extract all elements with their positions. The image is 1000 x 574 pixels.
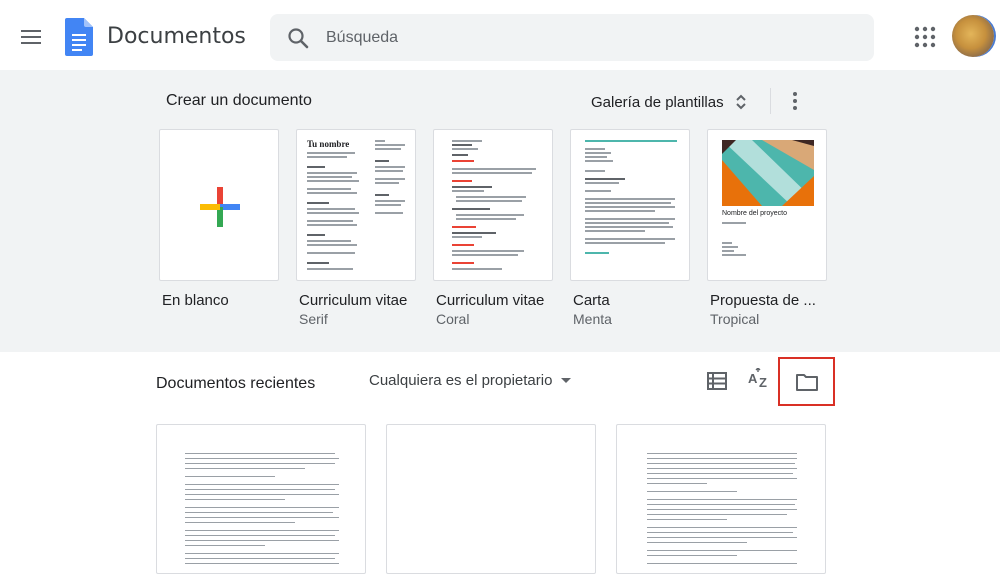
template-name: Carta [573, 292, 610, 309]
template-name: Curriculum vitae [436, 292, 545, 309]
template-gallery-section: Crear un documento Galería de plantillas… [0, 70, 1000, 352]
template-cv-serif-thumbnail[interactable]: Tu nombre [296, 129, 416, 281]
more-vert-icon [793, 92, 797, 110]
template-cv-coral-thumbnail[interactable] [433, 129, 553, 281]
search-icon[interactable] [286, 26, 310, 50]
template-name: Propuesta de ... [710, 292, 816, 309]
recent-document-card[interactable] [156, 424, 366, 574]
template-subtitle: Menta [573, 311, 612, 327]
template-subtitle: Tropical [710, 311, 760, 327]
template-cv-serif[interactable]: Tu nombre Curriculum vitae Serif [296, 129, 416, 327]
sort-arrows-icon [735, 94, 746, 110]
svg-text:A: A [748, 371, 758, 386]
templates-heading: Crear un documento [166, 92, 312, 109]
template-name: En blanco [162, 292, 229, 309]
template-letter-mint-thumbnail[interactable] [570, 129, 690, 281]
search-input[interactable] [326, 14, 856, 61]
template-letter-mint[interactable]: Carta Menta [570, 129, 690, 327]
sort-az-icon: A Z [748, 368, 767, 390]
template-gallery-label: Galería de plantillas [591, 93, 724, 111]
main-menu-button[interactable] [14, 20, 48, 54]
recent-document-card[interactable] [616, 424, 826, 574]
open-file-picker-button[interactable] [778, 357, 835, 406]
template-subtitle: Coral [436, 311, 470, 327]
template-proposal-tropical[interactable]: Nombre del proyecto Propuesta de ... Tro… [707, 129, 827, 327]
dropdown-arrow-icon [561, 377, 572, 383]
svg-text:Z: Z [759, 375, 767, 390]
template-more-button[interactable] [783, 88, 807, 114]
template-blank[interactable]: En blanco [159, 129, 279, 309]
plus-icon [200, 187, 240, 227]
owner-filter-label: Cualquiera es el propietario [369, 372, 553, 389]
list-view-button[interactable] [704, 368, 730, 394]
template-subtitle: Serif [299, 311, 328, 327]
top-bar: Documentos [0, 0, 1000, 70]
template-name: Curriculum vitae [299, 292, 408, 309]
list-view-icon [707, 372, 727, 390]
tropical-banner-graphic [722, 140, 814, 206]
template-gallery-button[interactable]: Galería de plantillas [588, 88, 748, 116]
recent-document-card[interactable] [386, 424, 596, 574]
template-blank-thumbnail[interactable] [159, 129, 279, 281]
menu-icon [21, 30, 41, 44]
thumbnail-heading: Nombre del proyecto [722, 210, 787, 217]
sort-button[interactable]: A Z [746, 367, 772, 393]
folder-icon [795, 373, 818, 391]
app-title[interactable]: Documentos [107, 24, 246, 49]
recent-docs-heading: Documentos recientes [156, 375, 316, 392]
owner-filter-dropdown[interactable]: Cualquiera es el propietario [369, 372, 572, 389]
docs-logo-icon[interactable] [65, 18, 93, 56]
template-proposal-tropical-thumbnail[interactable]: Nombre del proyecto [707, 129, 827, 281]
divider [770, 88, 771, 114]
search-bar[interactable] [270, 14, 874, 61]
apps-grid-icon[interactable] [912, 24, 938, 50]
account-avatar[interactable] [952, 15, 994, 57]
thumbnail-heading: Tu nombre [307, 139, 350, 149]
template-cv-coral[interactable]: Curriculum vitae Coral [433, 129, 553, 327]
